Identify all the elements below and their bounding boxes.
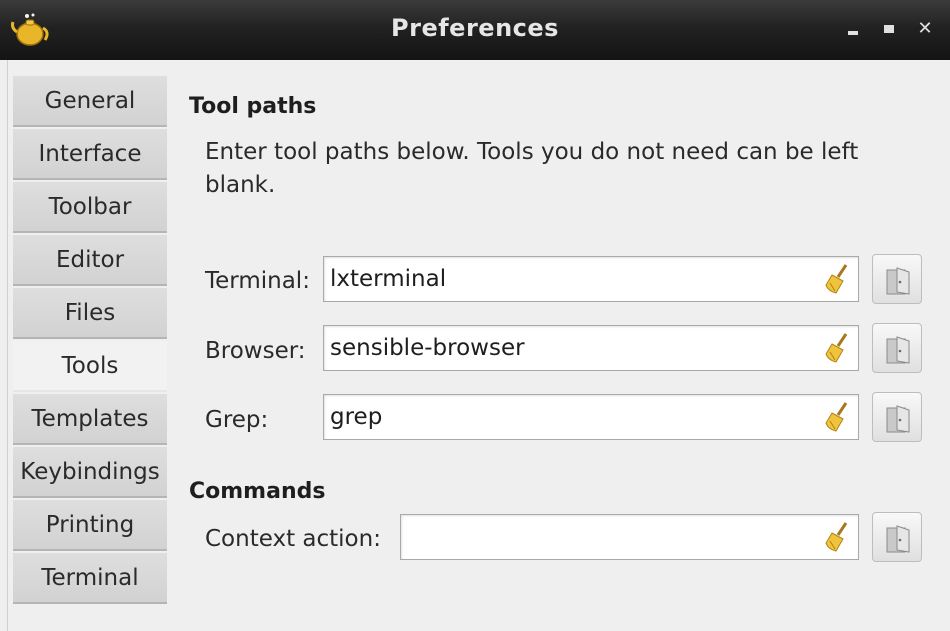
- tab-general[interactable]: General: [13, 76, 167, 127]
- preferences-tab-list: General Interface Toolbar Editor Files T…: [13, 76, 167, 631]
- preferences-window: Preferences ✕ General Interface Toolbar …: [0, 0, 950, 631]
- terminal-browse-button[interactable]: [872, 254, 922, 304]
- grep-browse-button[interactable]: [872, 392, 922, 442]
- folder-open-icon: [886, 336, 910, 364]
- browser-browse-button[interactable]: [872, 323, 922, 373]
- tab-printing[interactable]: Printing: [13, 500, 167, 551]
- minimize-button[interactable]: [840, 16, 866, 42]
- broom-icon[interactable]: [822, 521, 852, 553]
- grep-input[interactable]: [330, 401, 814, 433]
- browser-field-container: [323, 325, 859, 371]
- broom-icon[interactable]: [822, 263, 852, 295]
- maximize-button[interactable]: [876, 16, 902, 42]
- context-action-label: Context action:: [205, 526, 381, 552]
- browser-label: Browser:: [205, 338, 306, 364]
- minimize-icon: [848, 31, 858, 35]
- tab-files[interactable]: Files: [13, 288, 167, 339]
- context-action-input[interactable]: [407, 521, 814, 553]
- window-title: Preferences: [391, 14, 559, 42]
- context-action-field-container: [400, 514, 859, 560]
- tab-toolbar[interactable]: Toolbar: [13, 182, 167, 233]
- folder-open-icon: [886, 405, 910, 433]
- title-bar[interactable]: Preferences ✕: [0, 0, 950, 60]
- tools-panel: Tool paths Enter tool paths below. Tools…: [168, 60, 950, 631]
- tool-paths-description: Enter tool paths below. Tools you do not…: [205, 139, 859, 198]
- terminal-label: Terminal:: [205, 268, 310, 294]
- browser-input[interactable]: [330, 332, 814, 364]
- grep-label: Grep:: [205, 407, 269, 433]
- commands-heading: Commands: [189, 479, 326, 504]
- broom-icon[interactable]: [822, 332, 852, 364]
- terminal-field-container: [323, 256, 859, 302]
- tab-editor[interactable]: Editor: [13, 235, 167, 286]
- folder-open-icon: [886, 525, 910, 553]
- close-icon: ✕: [917, 18, 933, 39]
- close-button[interactable]: ✕: [912, 16, 938, 42]
- context-action-browse-button[interactable]: [872, 512, 922, 562]
- tab-interface[interactable]: Interface: [13, 129, 167, 180]
- grep-field-container: [323, 394, 859, 440]
- maximize-icon: [884, 25, 894, 33]
- tab-keybindings[interactable]: Keybindings: [13, 447, 167, 498]
- folder-open-icon: [886, 267, 910, 295]
- tab-terminal[interactable]: Terminal: [13, 553, 167, 604]
- terminal-input[interactable]: [330, 263, 814, 295]
- tab-tools[interactable]: Tools: [13, 341, 167, 392]
- tab-templates[interactable]: Templates: [13, 394, 167, 445]
- tool-paths-heading: Tool paths: [189, 94, 317, 119]
- preferences-body: General Interface Toolbar Editor Files T…: [0, 60, 950, 631]
- broom-icon[interactable]: [822, 401, 852, 433]
